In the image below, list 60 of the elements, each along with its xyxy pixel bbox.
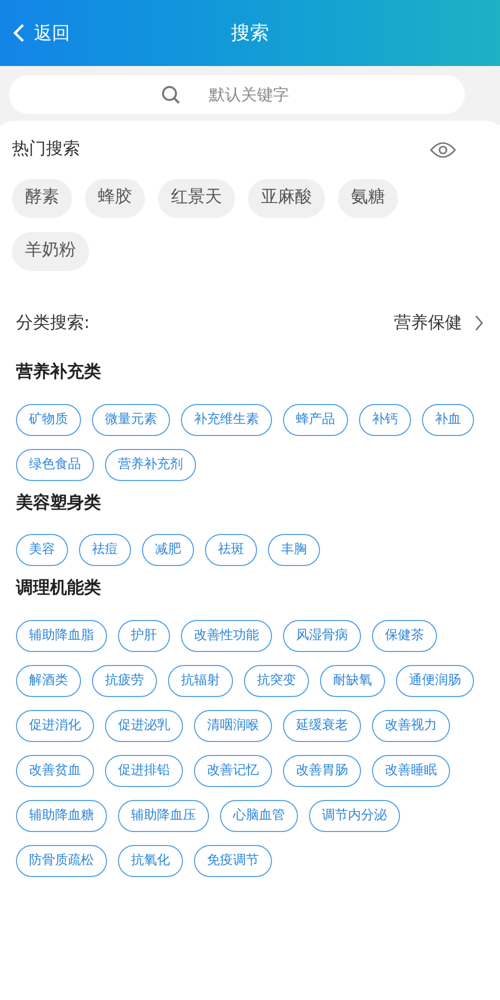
category-tag[interactable]: 心脑血管: [220, 800, 298, 832]
category-tag[interactable]: 蜂产品: [283, 404, 348, 436]
category-tag[interactable]: 祛斑: [205, 534, 257, 566]
group-title: 营养补充类: [16, 361, 102, 384]
category-tag[interactable]: 抗氧化: [118, 844, 183, 876]
hot-search-tag[interactable]: 酵素: [12, 178, 72, 218]
category-tag[interactable]: 改善睡眠: [372, 754, 450, 786]
search-icon: [161, 85, 181, 105]
category-tag[interactable]: 营养补充剂: [105, 448, 196, 480]
category-tag[interactable]: 补血: [422, 404, 474, 436]
category-tag[interactable]: 祛痘: [79, 534, 131, 566]
category-tag[interactable]: 保健茶: [372, 620, 437, 652]
category-tag[interactable]: 美容: [16, 534, 68, 566]
group-title: 美容塑身类: [16, 492, 102, 514]
category-tag[interactable]: 免疫调节: [194, 844, 272, 876]
category-tag[interactable]: 清咽润喉: [194, 710, 272, 742]
category-tag[interactable]: 风湿骨病: [283, 620, 361, 652]
category-tag[interactable]: 辅助降血压: [118, 800, 209, 832]
back-button[interactable]: 返回: [12, 20, 70, 46]
category-selector[interactable]: 营养保健: [394, 310, 484, 336]
category-tag[interactable]: 促进消化: [16, 710, 94, 742]
hot-search-tag[interactable]: 亚麻酸: [248, 178, 325, 218]
category-tag[interactable]: 补钙: [359, 404, 411, 436]
hot-search-tag[interactable]: 红景天: [158, 178, 235, 218]
hot-search-tag[interactable]: 羊奶粉: [12, 232, 89, 270]
category-tag[interactable]: 改善记忆: [194, 754, 272, 786]
category-tag[interactable]: 护肝: [118, 620, 170, 652]
category-tag[interactable]: 促进排铅: [105, 754, 183, 786]
back-icon: [12, 23, 26, 43]
category-tag[interactable]: 抗疲劳: [92, 664, 157, 696]
category-tag[interactable]: 减肥: [142, 534, 194, 566]
category-tag[interactable]: 改善性功能: [181, 620, 272, 652]
category-tag[interactable]: 绿色食品: [16, 448, 94, 480]
category-tag[interactable]: 促进泌乳: [105, 710, 183, 742]
category-tag[interactable]: 改善胃肠: [283, 754, 361, 786]
hot-search-tag[interactable]: 蜂胶: [85, 178, 145, 218]
category-tag[interactable]: 改善贫血: [16, 754, 94, 786]
group-title: 调理机能类: [16, 577, 102, 600]
page-title: 搜索: [231, 20, 269, 46]
category-tag[interactable]: 丰胸: [268, 534, 320, 566]
chevron-right-icon: [474, 314, 484, 332]
category-tag[interactable]: 微量元素: [92, 404, 170, 436]
hot-search-tag[interactable]: 氨糖: [338, 178, 398, 218]
category-tag[interactable]: 通便润肠: [396, 664, 474, 696]
category-tag[interactable]: 抗辐射: [168, 664, 233, 696]
search-field[interactable]: 默认关键字: [9, 75, 465, 114]
category-tag[interactable]: 调节内分泌: [309, 800, 400, 832]
category-tag[interactable]: 改善视力: [372, 710, 450, 742]
category-tag[interactable]: 辅助降血脂: [16, 620, 107, 652]
category-label: 分类搜索:: [16, 312, 90, 334]
category-tag[interactable]: 解酒类: [16, 664, 81, 696]
category-tag[interactable]: 辅助降血糖: [16, 800, 107, 832]
category-tag[interactable]: 补充维生素: [181, 404, 272, 436]
category-tag[interactable]: 防骨质疏松: [16, 844, 107, 876]
category-tag[interactable]: 抗突变: [244, 664, 309, 696]
category-tag[interactable]: 耐缺氧: [320, 664, 385, 696]
eye-icon[interactable]: [430, 140, 456, 159]
section-title: 热门搜索: [12, 138, 80, 161]
category-tag[interactable]: 矿物质: [16, 404, 81, 436]
category-tag[interactable]: 延缓衰老: [283, 710, 361, 742]
